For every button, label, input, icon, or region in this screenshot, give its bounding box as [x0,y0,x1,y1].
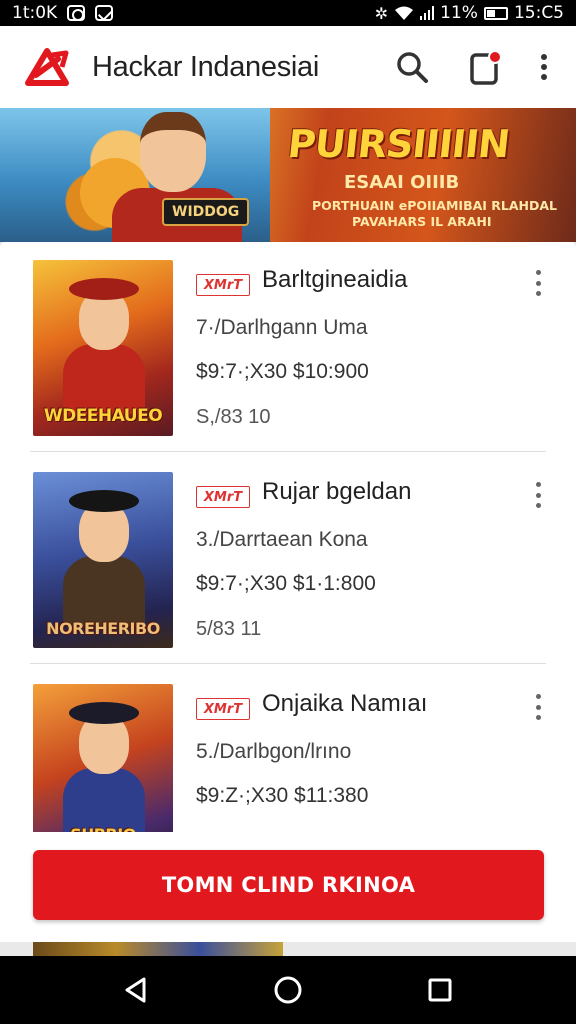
more-vert-icon [541,54,547,80]
list-item[interactable]: WDEEHAUEO XMrT Barltgineaidia 7·/Darlhga… [0,242,576,452]
cover-label: WDEEHAUEO [43,406,163,426]
recents-icon [428,978,452,1002]
status-bar: 1t:0K ✲ 11% 15:C5 [0,0,576,26]
message-notification-icon [95,5,114,21]
item-count: 5/83 11 [196,618,262,640]
status-time-left: 1t:0K [12,3,58,23]
wifi-icon [395,6,414,20]
game-cover[interactable]: WDEEHAUEO [33,260,173,436]
list-item[interactable]: NOREHERIBO XMrT Rujar bgeldan 3./Darrtae… [0,454,576,664]
item-meta: 7·/Darlhgann Uma [196,316,368,339]
app-bar: Hackar Indanesiai [0,26,576,108]
next-item-peek [33,942,283,956]
logo-icon[interactable] [22,45,72,89]
banner-title: PUIRSIIIIIN [285,122,512,166]
battery-icon [483,6,508,20]
item-price: $9:7·;X30 $10:900 [196,360,369,383]
item-count: S,/83 10 [196,406,271,428]
item-price: $9:Z·;X30 $11:380 [196,784,369,807]
banner-badge: WIDDOG [162,198,250,226]
battery-percent: 11% [440,3,478,23]
search-button[interactable] [390,45,434,89]
item-title: Barltgineaidia [262,266,408,293]
cover-label: NOREHERIBO [46,619,160,638]
item-title: Onjaika Namıaı [262,690,428,717]
search-icon [397,52,428,83]
item-badge: XMrT [196,698,250,720]
divider [30,451,546,452]
system-nav-bar [0,956,576,1024]
banner-tagline-2: PAVAHARS IL ARAHI [352,214,492,229]
home-icon [274,976,302,1004]
banner-subtitle: ESAAI OIIIB [344,172,460,193]
cta-container: TOMN CLIND RKINOA [0,832,576,942]
primary-cta-button[interactable]: TOMN CLIND RKINOA [33,850,544,920]
item-badge: XMrT [196,274,250,296]
notification-icon [470,50,502,85]
home-button[interactable] [268,970,308,1010]
signal-icon [420,6,435,20]
item-meta: 3./Darrtaean Kona [196,528,368,551]
status-time-right: 15:C5 [513,3,564,23]
divider [30,663,546,664]
item-meta: 5./Darlbgon/lrıno [196,740,352,763]
item-more-button[interactable] [532,694,544,720]
banner-hero-face [140,112,206,192]
back-button[interactable] [116,970,156,1010]
notification-button[interactable] [464,45,508,89]
item-badge: XMrT [196,486,250,508]
game-cover[interactable]: NOREHERIBO [33,472,173,648]
recents-button[interactable] [420,970,460,1010]
promo-banner[interactable]: WIDDOG PUIRSIIIIIN ESAAI OIIIB PORTHUAIN… [0,108,576,242]
item-more-button[interactable] [532,270,544,296]
banner-tagline: PORTHUAIN ePOIIAMIBAI RLAHDAL [312,198,558,213]
alarm-icon: ✲ [374,3,389,23]
back-icon [125,977,146,1003]
item-more-button[interactable] [532,482,544,508]
item-title: Rujar bgeldan [262,478,412,505]
app-title: Hackar Indanesiai [92,50,320,83]
item-price: $9:7·;X30 $1·1:800 [196,572,376,595]
overflow-menu-button[interactable] [534,45,554,89]
camera-notification-icon [67,5,86,21]
